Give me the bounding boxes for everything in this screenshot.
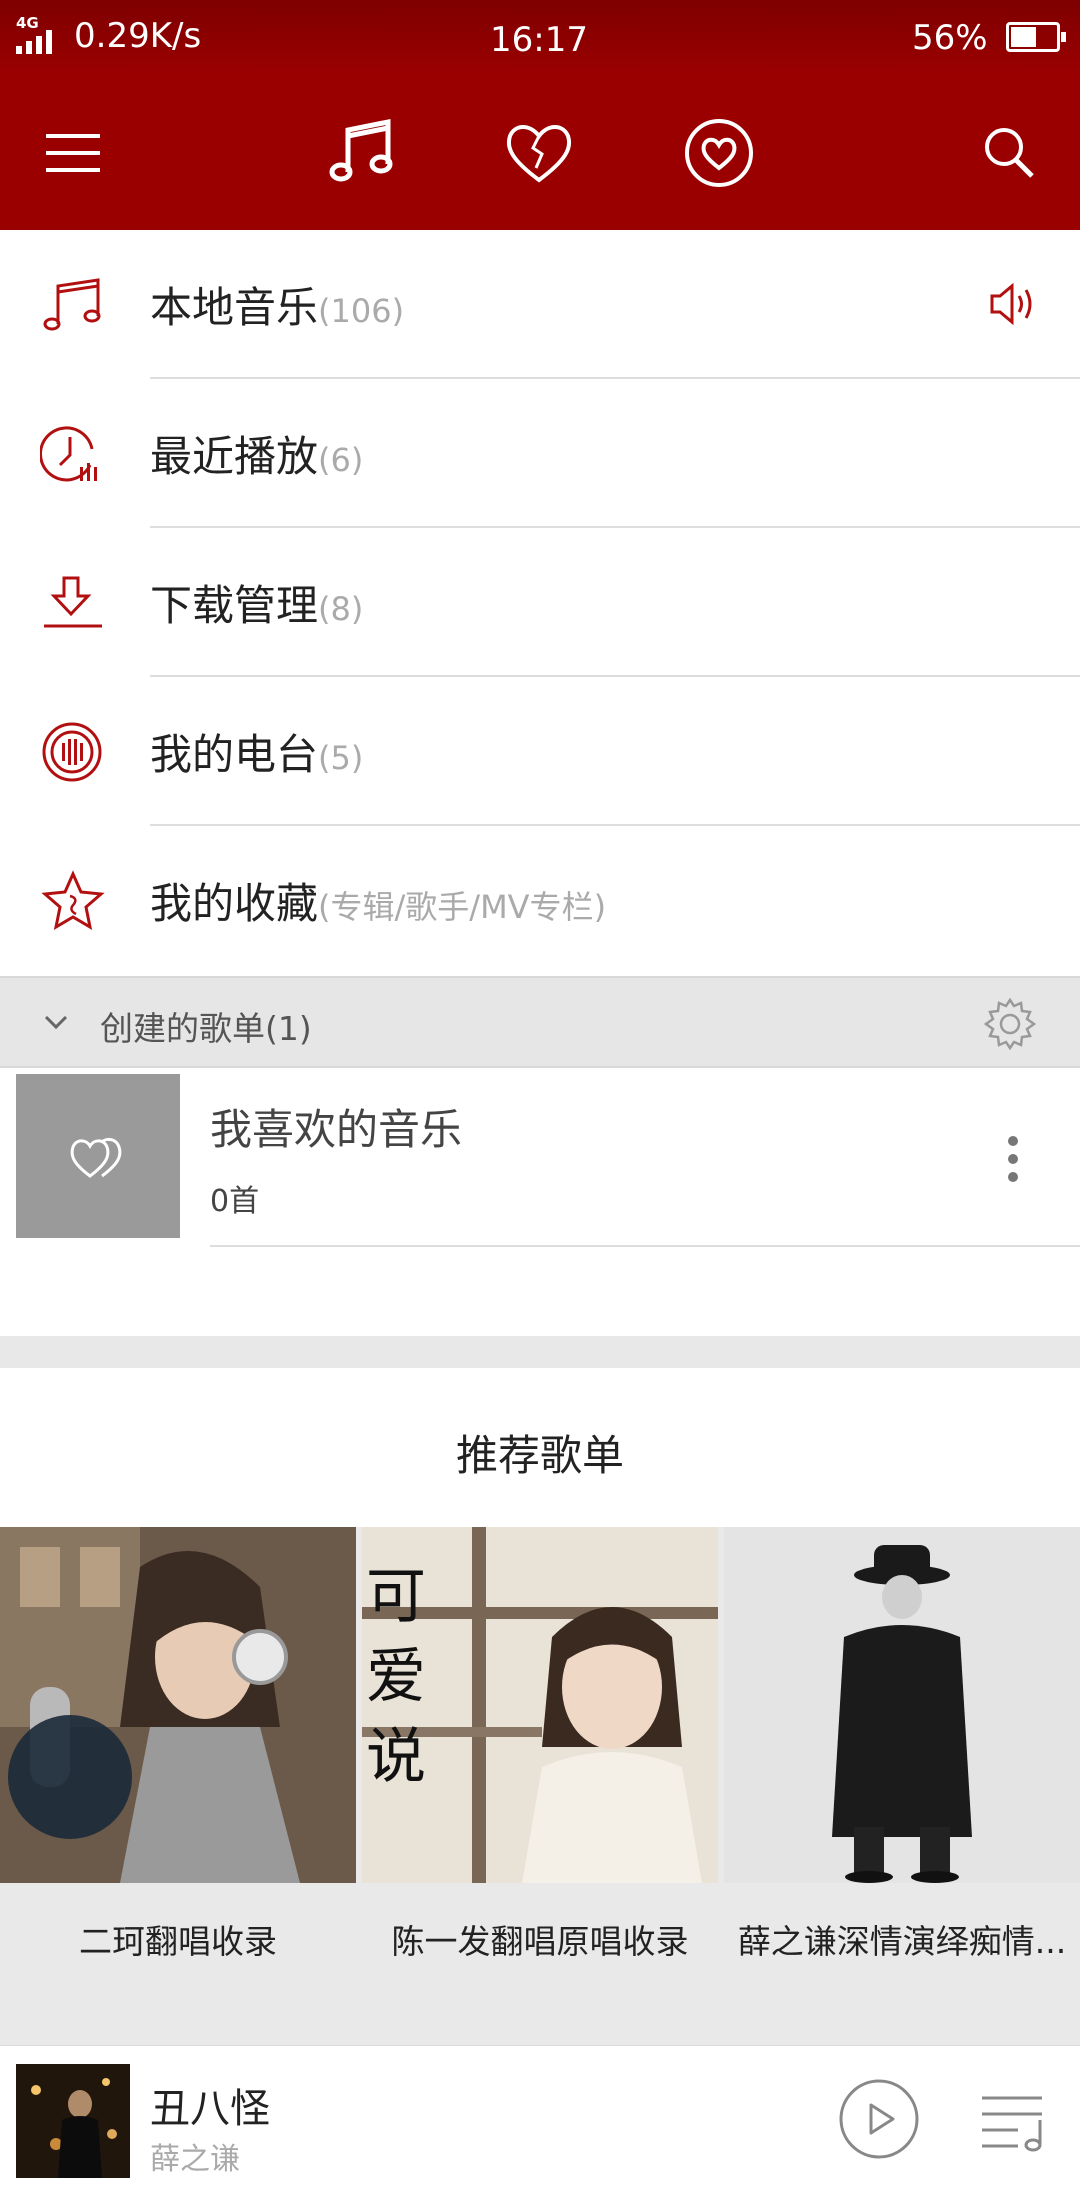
svg-text:爱: 爱 bbox=[366, 1642, 426, 1712]
divider bbox=[210, 1245, 1080, 1247]
menu-count: (8) bbox=[318, 590, 364, 628]
heart-circle-icon[interactable] bbox=[680, 114, 758, 192]
menu-item-recent[interactable]: 最近播放(6) bbox=[0, 379, 1080, 528]
top-nav-bar bbox=[0, 76, 1080, 230]
svg-text:可: 可 bbox=[366, 1562, 426, 1632]
menu-count: (专辑/歌手/MV专栏) bbox=[318, 888, 607, 926]
music-note-icon[interactable] bbox=[322, 114, 400, 192]
clock: 16:17 bbox=[490, 20, 588, 60]
playlist-cover-image bbox=[724, 1527, 1080, 1883]
recommended-card[interactable]: 薛之谦深情演绎痴情... bbox=[724, 1527, 1080, 2045]
heart-icon bbox=[70, 1137, 122, 1178]
menu-count: (6) bbox=[318, 441, 364, 479]
status-bar: 4G 0.29K/s 16:17 56% bbox=[0, 0, 1080, 76]
recommended-card[interactable]: 可 爱 说 陈一发翻唱原唱收录 bbox=[362, 1527, 718, 2045]
menu-label: 本地音乐(106) bbox=[150, 283, 405, 332]
play-icon[interactable] bbox=[838, 2078, 920, 2160]
now-playing-bar[interactable]: 丑八怪 薛之谦 bbox=[0, 2045, 1080, 2195]
menu-item-local-music[interactable]: 本地音乐(106) bbox=[0, 230, 1080, 379]
playlist-cover-image: 可 爱 说 bbox=[362, 1527, 718, 1883]
recommended-list: 二珂翻唱收录 可 爱 说 陈一发翻唱原唱收录 薛之谦深情演绎痴情... bbox=[0, 1527, 1080, 2045]
svg-text:说: 说 bbox=[366, 1722, 426, 1792]
playlist-name: 我喜欢的音乐 bbox=[210, 1105, 463, 1154]
recommended-caption: 陈一发翻唱原唱收录 bbox=[391, 1922, 689, 1961]
download-icon bbox=[44, 576, 102, 628]
playlist-count: 0首 bbox=[210, 1184, 260, 1219]
battery-icon bbox=[1006, 22, 1066, 52]
now-playing-song: 丑八怪 bbox=[150, 2086, 270, 2132]
section-gap bbox=[0, 1336, 1080, 1368]
menu-item-favorites[interactable]: 我的收藏(专辑/歌手/MV专栏) bbox=[0, 826, 1080, 975]
search-icon[interactable] bbox=[970, 114, 1048, 192]
album-art bbox=[16, 2064, 130, 2178]
more-options-icon[interactable] bbox=[1006, 1136, 1020, 1182]
battery-percent: 56% bbox=[912, 18, 988, 58]
menu-label: 我的电台(5) bbox=[150, 730, 364, 779]
menu-label: 我的收藏(专辑/歌手/MV专栏) bbox=[150, 879, 607, 928]
signal-icon bbox=[16, 30, 52, 54]
heart-broken-icon[interactable] bbox=[500, 114, 578, 192]
playlist-cover-image bbox=[0, 1527, 356, 1883]
menu-label: 下载管理(8) bbox=[150, 581, 364, 630]
radio-icon bbox=[42, 722, 102, 782]
menu-label: 最近播放(6) bbox=[150, 432, 364, 481]
section-title: 创建的歌单(1) bbox=[100, 1009, 312, 1048]
playlist-item[interactable]: 我喜欢的音乐 0首 bbox=[0, 1070, 1080, 1250]
star-icon bbox=[41, 870, 105, 930]
created-playlists-header[interactable]: 创建的歌单(1) bbox=[0, 976, 1080, 1068]
network-speed: 0.29K/s bbox=[74, 16, 202, 56]
now-playing-artist: 薛之谦 bbox=[150, 2142, 240, 2177]
recommended-title: 推荐歌单 bbox=[455, 1431, 624, 1480]
playlist-queue-icon[interactable] bbox=[978, 2088, 1048, 2154]
recommended-card[interactable]: 二珂翻唱收录 bbox=[0, 1527, 356, 2045]
menu-item-radio[interactable]: 我的电台(5) bbox=[0, 677, 1080, 826]
menu-icon[interactable] bbox=[34, 114, 112, 192]
music-note-icon bbox=[43, 278, 101, 331]
menu-item-downloads[interactable]: 下载管理(8) bbox=[0, 528, 1080, 677]
recent-clock-icon bbox=[40, 426, 97, 482]
chevron-down-icon[interactable] bbox=[42, 1008, 70, 1036]
recommended-caption: 二珂翻唱收录 bbox=[79, 1922, 277, 1961]
menu-count: (5) bbox=[318, 739, 364, 777]
recommended-caption: 薛之谦深情演绎痴情... bbox=[737, 1922, 1067, 1961]
speaker-icon[interactable] bbox=[988, 280, 1038, 328]
gear-icon[interactable] bbox=[982, 996, 1038, 1052]
playlist-cover bbox=[16, 1074, 180, 1238]
menu-count: (106) bbox=[318, 292, 405, 330]
